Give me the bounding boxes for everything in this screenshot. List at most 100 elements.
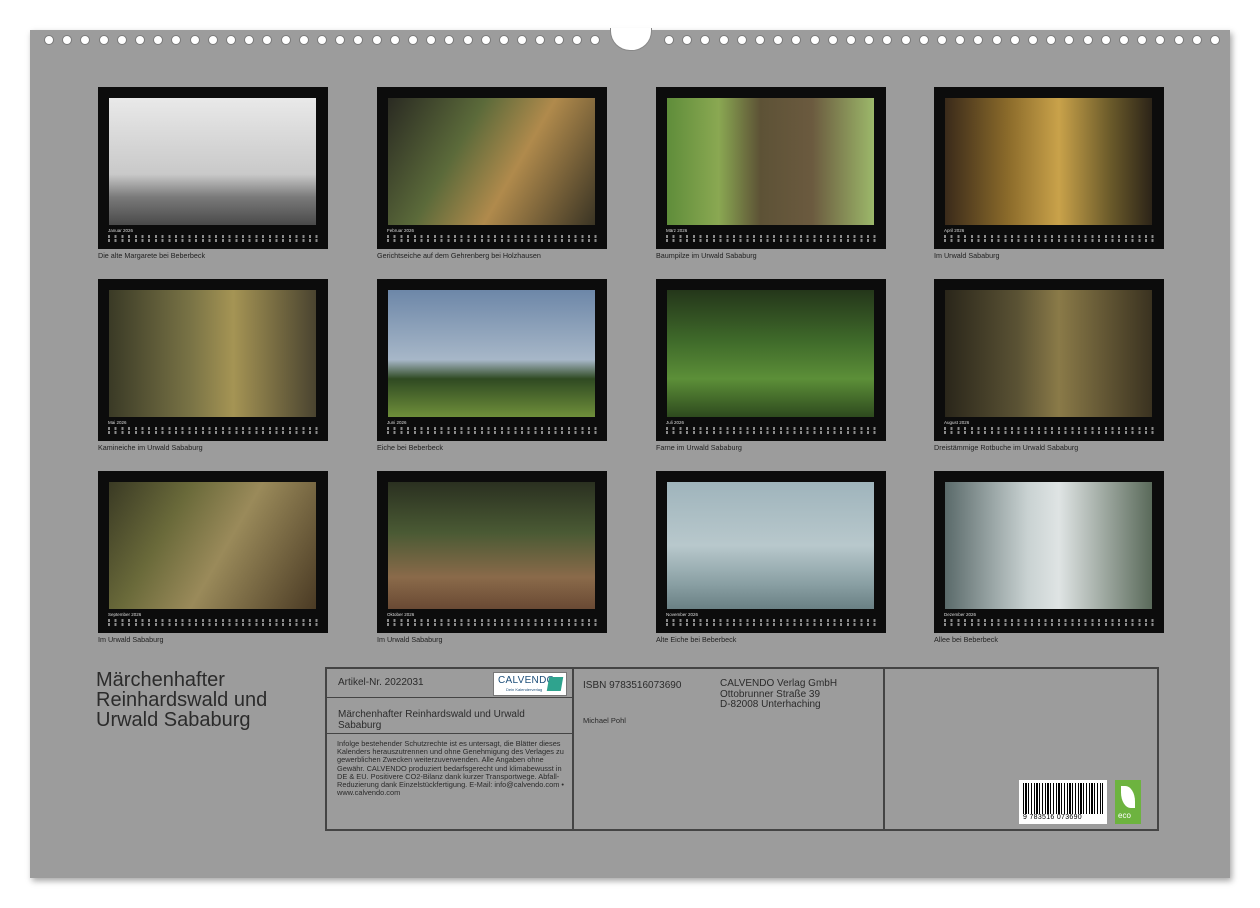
binding-hole — [1210, 35, 1220, 45]
binding-hole — [171, 35, 182, 45]
month-label: April 2026 — [944, 228, 965, 233]
month-tile: Dezember 2026 — [934, 471, 1164, 633]
binding-hole — [1046, 35, 1057, 45]
binding-hole — [153, 35, 164, 45]
binding-hole — [1137, 35, 1148, 45]
binding-hole — [1100, 35, 1111, 45]
day-row — [387, 623, 597, 626]
month-caption: Im Urwald Sababurg — [98, 635, 164, 644]
publisher-line: D-82008 Unterhaching — [720, 699, 821, 710]
binding-hole — [444, 35, 455, 45]
binding-hole — [1082, 35, 1093, 45]
logo-text: CALVENDO — [498, 675, 555, 686]
day-row — [944, 619, 1154, 622]
day-row — [387, 239, 597, 242]
month-tile: August 2026 — [934, 279, 1164, 441]
month-photo — [945, 290, 1152, 417]
day-strip — [944, 619, 1154, 627]
month-tile: November 2026 — [656, 471, 886, 633]
month-caption: Eiche bei Beberbeck — [377, 443, 443, 452]
binding-hole — [1064, 35, 1075, 45]
month-label: Mai 2026 — [108, 420, 127, 425]
binding-hole — [918, 35, 929, 45]
month-tile: Februar 2026 — [377, 87, 607, 249]
binding-hole — [62, 35, 73, 45]
binding-hole — [280, 35, 291, 45]
month-label: Oktober 2026 — [387, 612, 415, 617]
barcode-number: 9 783516 073690 — [1023, 814, 1082, 821]
binding-hole — [791, 35, 802, 45]
month-photo — [945, 482, 1152, 609]
month-tile: Juli 2026 — [656, 279, 886, 441]
month-tile: September 2026 — [98, 471, 328, 633]
info-box: Artikel-Nr. 2022031 CALVENDO Dein Kalend… — [325, 667, 1159, 831]
day-row — [944, 623, 1154, 626]
binding-hole — [298, 35, 309, 45]
logo-mark-icon — [546, 677, 564, 691]
month-tile: April 2026 — [934, 87, 1164, 249]
month-label: September 2026 — [108, 612, 142, 617]
month-label: März 2026 — [666, 228, 688, 233]
barcode-bars — [1023, 783, 1103, 814]
month-tile: März 2026 — [656, 87, 886, 249]
binding-hole — [1028, 35, 1038, 45]
isbn: ISBN 9783516073690 — [583, 680, 682, 691]
month-caption: Im Urwald Sababurg — [377, 635, 443, 644]
month-tile: Mai 2026 — [98, 279, 328, 441]
day-row — [108, 619, 318, 622]
binding-hole — [900, 35, 911, 45]
calendar-back-page: Januar 2026 Die alte Margarete bei Beberb… — [30, 28, 1230, 878]
month-photo — [667, 482, 874, 609]
day-strip — [666, 427, 876, 435]
month-photo — [667, 290, 874, 417]
binding-hole — [480, 35, 491, 45]
day-row — [387, 427, 597, 430]
month-label: Januar 2026 — [108, 228, 134, 233]
day-row — [666, 235, 876, 238]
day-row — [666, 431, 876, 434]
calvendo-logo: CALVENDO Dein Kalenderverlag — [493, 672, 567, 696]
binding-hole — [1119, 35, 1129, 45]
binding-hole — [207, 35, 218, 45]
binding-hole — [189, 35, 200, 45]
binding-hole — [1009, 35, 1020, 45]
day-row — [387, 431, 597, 434]
day-row — [387, 235, 597, 238]
binding-hole — [846, 35, 856, 45]
month-caption: Im Urwald Sababurg — [934, 251, 1000, 260]
binding-hole — [135, 35, 145, 45]
month-photo — [109, 482, 316, 609]
info-rule — [327, 697, 572, 698]
binding-hole — [1173, 35, 1184, 45]
day-row — [944, 431, 1154, 434]
month-label: August 2026 — [944, 420, 970, 425]
day-row — [944, 427, 1154, 430]
binding-hole — [335, 35, 346, 45]
binding-hole — [882, 35, 893, 45]
binding-hole — [682, 35, 693, 45]
month-caption: Farne im Urwald Sababurg — [656, 443, 742, 452]
product-title: Märchenhafter Reinhardswald und Urwald S… — [338, 709, 525, 731]
info-divider — [572, 669, 574, 829]
day-strip — [108, 235, 318, 243]
binding-hole — [462, 35, 473, 45]
day-strip — [387, 619, 597, 627]
logo-subtext: Dein Kalenderverlag — [506, 687, 543, 692]
day-strip — [108, 427, 318, 435]
month-caption: Allee bei Beberbeck — [934, 635, 998, 644]
binding-hole — [590, 35, 600, 45]
month-photo — [945, 98, 1152, 225]
binding-hole — [864, 35, 875, 45]
legal-notice: Infolge bestehender Schutzrechte ist es … — [337, 739, 564, 798]
day-row — [944, 235, 1154, 238]
binding-hole — [44, 35, 54, 45]
binding-hole — [955, 35, 966, 45]
leaf-icon — [1121, 786, 1135, 808]
day-strip — [108, 619, 318, 627]
binding-hole — [517, 35, 528, 45]
binding-hole — [116, 35, 127, 45]
binding-hole — [80, 35, 91, 45]
month-label: Dezember 2026 — [944, 612, 977, 617]
info-rule — [327, 733, 572, 734]
month-caption: Gerichtseiche auf dem Gehrenberg bei Hol… — [377, 251, 541, 260]
